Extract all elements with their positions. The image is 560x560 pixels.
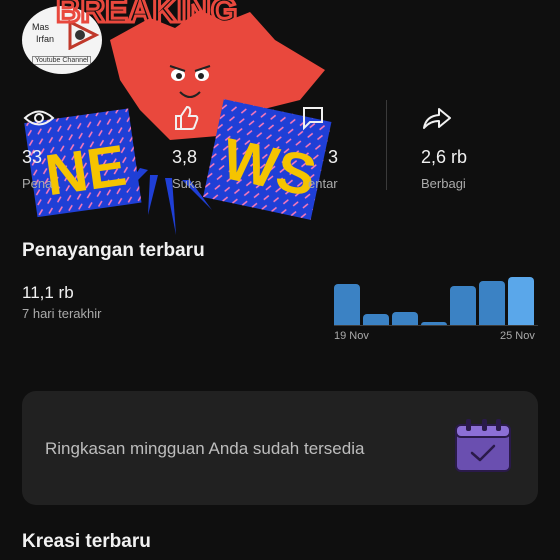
stat-likes-label: Suka — [172, 176, 202, 191]
comment-icon — [303, 107, 323, 131]
stats-divider — [386, 100, 387, 190]
stat-comments-value: 3 — [328, 147, 339, 167]
chart-baseline — [334, 325, 538, 326]
stat-shares[interactable]: 2,6 rb Berbagi — [421, 104, 541, 191]
chart-x-label-first: 19 Nov — [334, 330, 369, 342]
weekly-summary-text: Ringkasan mingguan Anda sudah tersedia — [45, 439, 365, 458]
chart-bar — [392, 312, 418, 325]
stat-likes[interactable]: 3,8 Suka — [172, 104, 292, 191]
chart-bar — [479, 281, 505, 325]
recent-views-value: 11,1 rb — [22, 283, 74, 302]
chart-bar — [421, 322, 447, 325]
stat-likes-value: 3,8 — [172, 147, 198, 167]
stat-views-value: 33 — [22, 147, 43, 167]
chart-bar — [508, 277, 534, 325]
recent-creations-title: Kreasi terbaru — [22, 531, 151, 552]
stat-views[interactable]: 33 Pena — [22, 104, 142, 191]
recent-views-subtitle: 7 hari terakhir — [22, 306, 102, 321]
chart-bar — [450, 286, 476, 325]
stat-comments[interactable]: 3 entar — [300, 104, 420, 191]
stat-shares-value: 2,6 rb — [421, 147, 468, 167]
avatar-text-line1: Mas — [32, 22, 50, 32]
avatar-text-line2: Irfan — [36, 34, 55, 44]
channel-avatar[interactable]: Mas Irfan Youtube Channel — [22, 6, 102, 74]
stat-comments-label: entar — [308, 176, 338, 191]
chart-bar — [334, 284, 360, 325]
chart-bar — [363, 314, 389, 325]
weekly-summary-card[interactable]: Ringkasan mingguan Anda sudah tersedia — [22, 391, 538, 505]
stat-views-label: Pena — [22, 176, 53, 191]
eye-icon — [23, 110, 55, 126]
share-icon — [423, 108, 451, 129]
chart-x-label-last: 25 Nov — [500, 330, 535, 342]
avatar-channel-label: Youtube Channel — [32, 56, 92, 65]
recent-views-chart[interactable] — [334, 276, 538, 326]
stat-shares-label: Berbagi — [421, 176, 466, 191]
calendar-check-icon — [455, 419, 511, 472]
recent-views-title: Penayangan terbaru — [22, 240, 205, 261]
thumbs-up-icon — [175, 105, 199, 130]
avatar-logo-icon — [68, 20, 100, 50]
